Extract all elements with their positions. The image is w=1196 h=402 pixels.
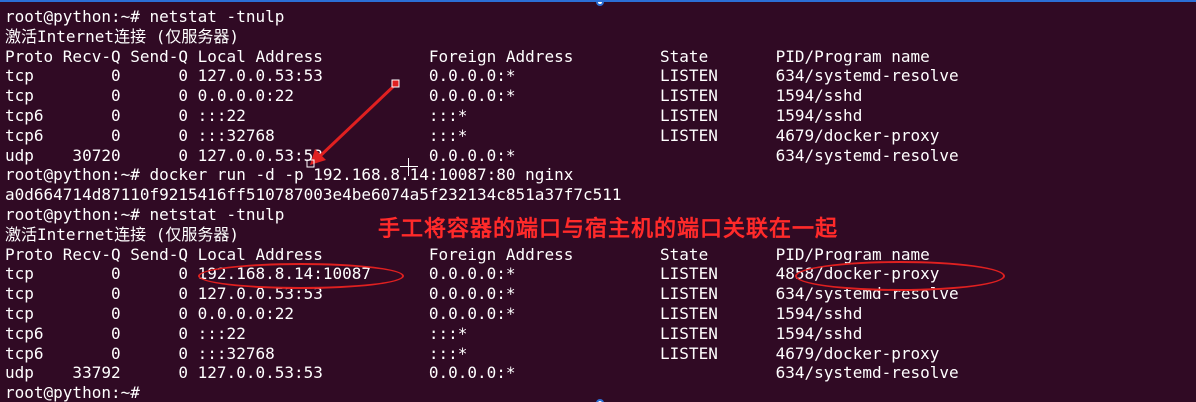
terminal-line: udp 30720 0 127.0.0.53:53 0.0.0.0:* 634/… <box>5 145 959 165</box>
terminal-line: Proto Recv-Q Send-Q Local Address Foreig… <box>5 46 930 66</box>
terminal-line: root@python:~# docker run -d -p 192.168.… <box>5 165 574 185</box>
crosshair-cursor-icon <box>400 158 418 176</box>
terminal-line: tcp6 0 0 :::32768 :::* LISTEN 4679/docke… <box>5 125 940 145</box>
terminal-line: Proto Recv-Q Send-Q Local Address Foreig… <box>5 244 930 264</box>
terminal-line: root@python:~# netstat -tnulp <box>5 7 285 26</box>
terminal-window[interactable]: root@python:~# netstat -tnulp 激活Internet连… <box>0 0 1196 402</box>
terminal-line: 激活Internet连接 (仅服务器) <box>5 26 239 46</box>
terminal-line: tcp6 0 0 :::22 :::* LISTEN 1594/sshd <box>5 105 863 125</box>
terminal-line: tcp 0 0 0.0.0.0:22 0.0.0.0:* LISTEN 1594… <box>5 303 863 323</box>
annotation-note: 手工将容器的端口与宿主机的端口关联在一起 <box>378 217 839 242</box>
resize-handle-top-icon[interactable] <box>596 2 604 6</box>
terminal-line: tcp6 0 0 :::22 :::* LISTEN 1594/sshd <box>5 323 863 343</box>
highlight-ellipse-pid-program <box>795 261 1005 291</box>
terminal-line: tcp 0 0 127.0.0.53:53 0.0.0.0:* LISTEN 6… <box>5 284 959 304</box>
terminal-line: tcp6 0 0 :::32768 :::* LISTEN 4679/docke… <box>5 343 940 363</box>
terminal-line: root@python:~# <box>5 383 140 402</box>
terminal-output: root@python:~# netstat -tnulp 激活Internet连… <box>5 7 959 402</box>
terminal-line: tcp 0 0 0.0.0.0:22 0.0.0.0:* LISTEN 1594… <box>5 86 863 106</box>
terminal-line: tcp 0 0 127.0.0.53:53 0.0.0.0:* LISTEN 6… <box>5 66 959 86</box>
terminal-line: udp 33792 0 127.0.0.53:53 0.0.0.0:* 634/… <box>5 363 959 383</box>
highlight-ellipse-local-address <box>198 263 404 289</box>
terminal-line: a0d664714d87110f9215416ff510787003e4be60… <box>5 185 622 205</box>
